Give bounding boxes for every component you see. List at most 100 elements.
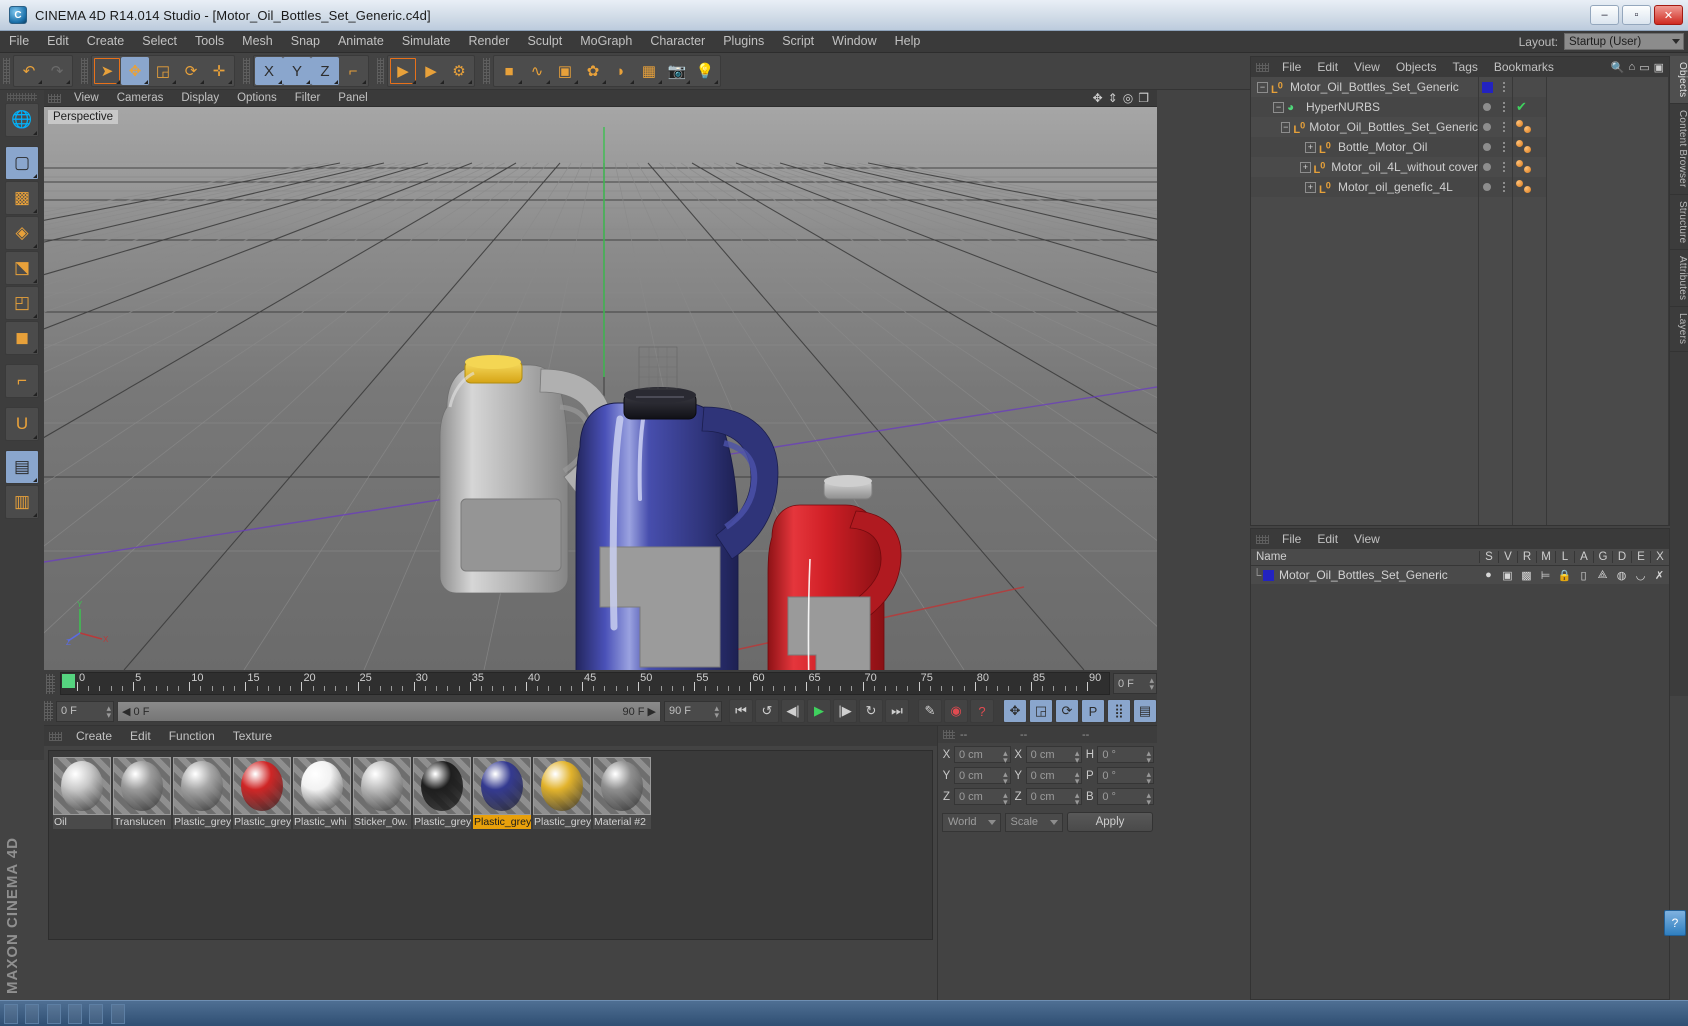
visibility-dot[interactable] bbox=[1479, 143, 1496, 151]
tree-expander[interactable]: + bbox=[1300, 161, 1311, 173]
material-menu-function[interactable]: Function bbox=[160, 727, 224, 746]
menu-mograph[interactable]: MoGraph bbox=[571, 31, 641, 52]
material-tag-icon[interactable] bbox=[1516, 120, 1523, 127]
model-mode-button[interactable]: ▢ bbox=[5, 146, 39, 180]
coordinate-grip[interactable] bbox=[943, 730, 955, 739]
attribute-cell-icon[interactable]: 🔒 bbox=[1555, 569, 1574, 582]
coord-size-field[interactable]: 0 cm ▴ ▾ bbox=[1025, 746, 1083, 765]
render-visibility-dots[interactable] bbox=[1496, 180, 1513, 194]
material-menu-create[interactable]: Create bbox=[67, 727, 121, 746]
attribute-cell-icon[interactable]: ▣ bbox=[1498, 569, 1517, 582]
step-back-button[interactable]: ◀| bbox=[781, 699, 805, 723]
oil-bottles-group[interactable] bbox=[44, 107, 1157, 670]
menu-script[interactable]: Script bbox=[773, 31, 823, 52]
step-forward-button[interactable]: |▶ bbox=[833, 699, 857, 723]
current-frame-marker[interactable] bbox=[62, 674, 75, 688]
attribute-cell-icon[interactable]: ◍ bbox=[1612, 569, 1631, 582]
scale-tool-button[interactable]: ◲ bbox=[149, 57, 177, 85]
start-frame-field[interactable]: 0 F ▴ ▾ bbox=[56, 700, 114, 722]
undo-button[interactable]: ↶ bbox=[15, 57, 43, 85]
material-tags[interactable] bbox=[1513, 158, 1539, 176]
world-object-coordinates-button[interactable]: ⌐ bbox=[339, 57, 367, 85]
toolbar-grip[interactable] bbox=[483, 58, 490, 84]
current-frame-field[interactable]: 0 F ▴ ▾ bbox=[1113, 673, 1157, 694]
toolbar-grip[interactable] bbox=[3, 58, 10, 84]
taskbar-item[interactable] bbox=[4, 1004, 18, 1024]
rotate-view-icon[interactable]: ◎ bbox=[1123, 91, 1133, 105]
menu-simulate[interactable]: Simulate bbox=[393, 31, 460, 52]
pla-key-button[interactable]: ⣿ bbox=[1107, 699, 1131, 723]
viewport-menu-view[interactable]: View bbox=[65, 90, 108, 106]
editor-visibility-dot[interactable] bbox=[1483, 103, 1492, 111]
play-button[interactable]: ▶ bbox=[807, 699, 831, 723]
menu-tools[interactable]: Tools bbox=[186, 31, 233, 52]
menu-sculpt[interactable]: Sculpt bbox=[518, 31, 571, 52]
material-cell[interactable]: Material #2 bbox=[593, 757, 651, 829]
right-tab-attributes[interactable]: Attributes bbox=[1670, 250, 1688, 308]
spinner-icon[interactable]: ▴ ▾ bbox=[1003, 770, 1008, 786]
coord-rotation-field[interactable]: 0 ° ▴ ▾ bbox=[1097, 767, 1155, 786]
coordinate-system-dropdown[interactable]: World bbox=[942, 812, 1001, 832]
attribute-menu-file[interactable]: File bbox=[1274, 530, 1309, 549]
material-tag-icon[interactable] bbox=[1524, 126, 1531, 133]
toolbar-grip[interactable] bbox=[243, 58, 250, 84]
render-visibility-dots[interactable] bbox=[1496, 120, 1513, 134]
redo-button[interactable]: ↷ bbox=[43, 57, 71, 85]
attribute-rows[interactable]: └ Motor_Oil_Bottles_Set_Generic ● ▣ ▩ ⊨ 🔒 ▯ ⟁ ◍ ◡ ✗ bbox=[1251, 566, 1669, 584]
attribute-column-header[interactable]: E bbox=[1631, 551, 1650, 563]
goto-start-button[interactable]: ⏮ bbox=[729, 699, 753, 723]
render-visibility-dots[interactable] bbox=[1496, 160, 1513, 174]
tag-cell[interactable] bbox=[1513, 157, 1546, 177]
visibility-cell[interactable] bbox=[1479, 137, 1512, 157]
material-thumbnail[interactable] bbox=[533, 757, 591, 815]
material-tag-icon[interactable] bbox=[1524, 146, 1531, 153]
material-thumbnail[interactable] bbox=[353, 757, 411, 815]
search-icon[interactable]: 🔍 bbox=[1611, 61, 1625, 74]
rotation-key-button[interactable]: ⟳ bbox=[1055, 699, 1079, 723]
workplane-rotate-button[interactable]: ▥ bbox=[5, 485, 39, 519]
material-tags[interactable] bbox=[1513, 138, 1539, 156]
attribute-column-header[interactable]: V bbox=[1498, 551, 1517, 563]
object-row[interactable]: − L0 Motor_Oil_Bottles_Set_Generic bbox=[1251, 77, 1478, 97]
attribute-cell-icon[interactable]: ▩ bbox=[1517, 569, 1536, 582]
add-cube-button[interactable]: ■ bbox=[495, 57, 523, 85]
attribute-cell-icon[interactable]: ✗ bbox=[1650, 569, 1669, 582]
texture-mode-button[interactable]: ▩ bbox=[5, 181, 39, 215]
spinner-icon[interactable]: ▴ ▾ bbox=[1146, 770, 1151, 786]
record-active-objects-button[interactable]: ◉ bbox=[944, 699, 968, 723]
render-visibility-dots[interactable] bbox=[1496, 140, 1513, 154]
menu-edit[interactable]: Edit bbox=[38, 31, 78, 52]
attribute-cell-icon[interactable]: ● bbox=[1479, 569, 1498, 581]
viewport-menu-grip[interactable] bbox=[48, 93, 61, 103]
axis-mode-button[interactable]: ⌐ bbox=[5, 364, 39, 398]
object-row[interactable]: − ◕ HyperNURBS bbox=[1251, 97, 1478, 117]
render-settings-button[interactable]: ⚙ bbox=[445, 57, 473, 85]
menu-window[interactable]: Window bbox=[823, 31, 885, 52]
coord-size-field[interactable]: 0 cm ▴ ▾ bbox=[1025, 767, 1083, 786]
attribute-menu-grip[interactable] bbox=[1256, 534, 1269, 544]
maximize-button[interactable]: ▫ bbox=[1622, 5, 1651, 25]
lock-z-axis-button[interactable]: Z bbox=[311, 57, 339, 85]
tag-cell[interactable] bbox=[1513, 137, 1546, 157]
end-frame-field[interactable]: 90 F ▴ ▾ bbox=[664, 700, 722, 722]
object-menu-view[interactable]: View bbox=[1346, 58, 1388, 77]
menu-mesh[interactable]: Mesh bbox=[233, 31, 282, 52]
right-tab-layers[interactable]: Layers bbox=[1670, 307, 1688, 352]
edge-mode-button[interactable]: ◰ bbox=[5, 286, 39, 320]
tag-cell[interactable]: ✔ bbox=[1513, 97, 1546, 117]
material-tag-icon[interactable] bbox=[1516, 140, 1523, 147]
render-visibility-dots[interactable] bbox=[1496, 100, 1513, 114]
attribute-menu-edit[interactable]: Edit bbox=[1309, 530, 1346, 549]
coordinate-mode-dropdown[interactable]: Scale bbox=[1004, 812, 1063, 832]
visibility-cell[interactable] bbox=[1479, 117, 1512, 137]
timeline-grip[interactable] bbox=[46, 673, 55, 694]
face-mode-button[interactable]: ◼ bbox=[5, 321, 39, 355]
viewport-menu-options[interactable]: Options bbox=[228, 90, 286, 106]
material-tag-icon[interactable] bbox=[1516, 160, 1523, 167]
menu-create[interactable]: Create bbox=[78, 31, 134, 52]
material-thumbnail[interactable] bbox=[293, 757, 351, 815]
menu-select[interactable]: Select bbox=[133, 31, 186, 52]
viewport-menu-panel[interactable]: Panel bbox=[329, 90, 376, 106]
material-thumbnail[interactable] bbox=[593, 757, 651, 815]
spinner-icon[interactable]: ▴ ▾ bbox=[1003, 749, 1008, 765]
